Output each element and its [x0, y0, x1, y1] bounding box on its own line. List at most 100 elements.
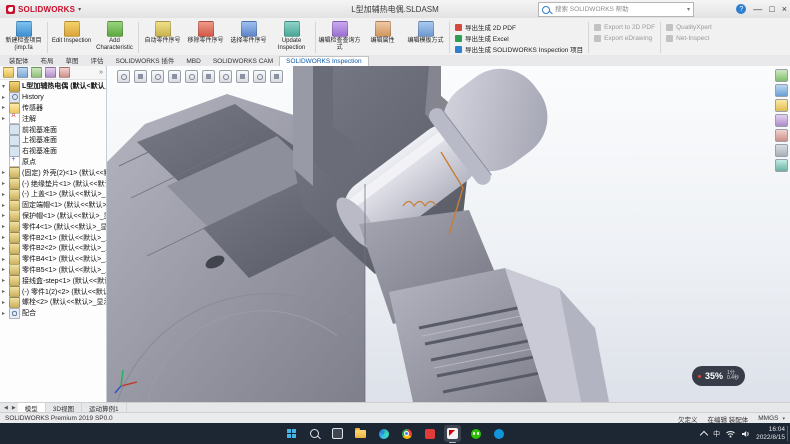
tree-item-annotations[interactable]: 注解 — [0, 113, 106, 124]
hidden-icons-chevron-icon[interactable] — [700, 430, 708, 438]
screen-recorder-badge[interactable]: 35% 1分 0.4秒 — [692, 366, 745, 386]
right-tool-3-icon[interactable] — [775, 99, 788, 112]
solidworks-taskbar-button[interactable] — [444, 425, 461, 442]
expand-chevron-icon[interactable] — [2, 223, 9, 230]
qq-button[interactable] — [490, 425, 507, 442]
tree-item-component[interactable]: 零件B2<1> (默认<<默认>_显示状... — [0, 232, 106, 243]
ime-indicator[interactable]: 中 — [713, 429, 720, 439]
displaymanager-tab-icon[interactable] — [59, 67, 70, 78]
export-inspection-project-button[interactable]: 导出生成 SOLIDWORKS Inspection 项目 — [455, 44, 583, 54]
apply-scene-icon[interactable] — [253, 70, 266, 83]
taskbar-search-button[interactable] — [306, 425, 323, 442]
expand-chevron-icon[interactable] — [2, 212, 9, 219]
tab-assembly[interactable]: 装配体 — [3, 54, 35, 66]
tree-item-top-plane[interactable]: 上视基准面 — [0, 135, 106, 146]
edit-query-button[interactable]: 编辑检查查询方式 — [318, 19, 361, 56]
wps-office-button[interactable] — [421, 425, 438, 442]
tree-item-component[interactable]: 螺栓<2> (默认<<默认>_显示状态... — [0, 297, 106, 308]
tab-addins[interactable]: SOLIDWORKS 插件 — [110, 54, 181, 66]
file-explorer-button[interactable] — [352, 425, 369, 442]
display-style-icon[interactable] — [202, 70, 215, 83]
tree-item-sensors[interactable]: 传感器 — [0, 103, 106, 114]
expand-chevron-icon[interactable] — [2, 94, 9, 101]
previous-view-icon[interactable] — [151, 70, 164, 83]
help-search-box[interactable]: ▾ — [538, 2, 694, 17]
tree-item-component[interactable]: 零件B2<2> (默认<<默认>_显示状... — [0, 243, 106, 254]
export-2dpdf-button[interactable]: Export to 2D PDF — [594, 22, 655, 32]
panel-expand-icon[interactable]: » — [99, 69, 103, 76]
expand-chevron-icon[interactable] — [2, 180, 9, 187]
microsoft-edge-button[interactable] — [375, 425, 392, 442]
tab-solidworks-cam[interactable]: SOLIDWORKS CAM — [207, 57, 279, 66]
tab-solidworks-inspection[interactable]: SOLIDWORKS Inspection — [279, 56, 369, 66]
expand-chevron-icon[interactable] — [2, 104, 9, 111]
maximize-icon[interactable]: □ — [769, 4, 774, 14]
expand-chevron-icon[interactable] — [2, 299, 9, 306]
view-orientation-icon[interactable] — [185, 70, 198, 83]
featuremanager-tab-icon[interactable] — [3, 67, 14, 78]
expand-chevron-icon[interactable] — [2, 288, 9, 295]
tree-item-component[interactable]: (-) 绝缘垫片<1> (默认<<默认>_显... — [0, 178, 106, 189]
expand-chevron-icon[interactable] — [2, 277, 9, 284]
tree-item-assembly-root[interactable]: L型加辅热电偶 (默认<默认_显示状 — [0, 81, 106, 92]
solidworks-menu[interactable]: SOLIDWORKS ▾ — [0, 5, 87, 14]
tree-item-component[interactable]: 零件4<1> (默认<<默认>_显示状态... — [0, 221, 106, 232]
export-pdf-button[interactable]: 导出生成 2D PDF — [455, 22, 583, 32]
help-icon[interactable]: ? — [736, 4, 746, 14]
3d-model[interactable] — [107, 66, 790, 402]
expand-chevron-icon[interactable] — [2, 310, 9, 317]
close-icon[interactable]: × — [782, 4, 787, 14]
tree-item-right-plane[interactable]: 右视基准面 — [0, 146, 106, 157]
right-tool-5-icon[interactable] — [775, 129, 788, 142]
wechat-button[interactable] — [467, 425, 484, 442]
search-dropdown-icon[interactable]: ▾ — [687, 6, 690, 13]
clock[interactable]: 16:04 2022/8/15 — [756, 426, 785, 441]
expand-chevron-icon[interactable] — [2, 115, 9, 122]
right-tool-7-icon[interactable] — [775, 159, 788, 172]
expand-chevron-icon[interactable] — [2, 245, 9, 252]
section-view-icon[interactable] — [168, 70, 181, 83]
net-inspect-button[interactable]: Net-Inspect — [666, 33, 712, 43]
expand-chevron-icon[interactable] — [2, 266, 9, 273]
update-inspection-button[interactable]: Update Inspection — [270, 19, 313, 56]
tree-item-component[interactable]: (-) 上盖<1> (默认<<默认>_显示状... — [0, 189, 106, 200]
task-view-button[interactable] — [329, 425, 346, 442]
tab-scroll-left-icon[interactable]: ◀ — [2, 405, 10, 411]
tree-item-component[interactable]: 接线盒-step<1> (默认<<默认>_显... — [0, 275, 106, 286]
tab-sketch[interactable]: 草图 — [60, 54, 85, 66]
tree-item-component[interactable]: (固定) 外壳(2)<1> (默认<<默认>_显示状态 — [0, 167, 106, 178]
graphics-area[interactable]: 35% 1分 0.4秒 — [107, 66, 790, 402]
tree-item-history[interactable]: History — [0, 92, 106, 103]
select-balloon-button[interactable]: 选择零件序号 — [227, 19, 270, 56]
status-units[interactable]: MMGS — [758, 415, 778, 422]
new-inspection-project-button[interactable]: 新建检查项目(imp.fa — [2, 19, 45, 56]
right-tool-6-icon[interactable] — [775, 144, 788, 157]
propertymanager-tab-icon[interactable] — [17, 67, 28, 78]
tab-layout[interactable]: 布局 — [35, 54, 60, 66]
edit-template-button[interactable]: 编辑模板方式 — [404, 19, 447, 56]
menu-caret-icon[interactable]: ▾ — [78, 6, 81, 13]
wifi-icon[interactable] — [726, 430, 735, 438]
expand-chevron-icon[interactable] — [2, 191, 9, 198]
expand-chevron-icon[interactable] — [2, 83, 9, 90]
zoom-area-icon[interactable] — [134, 70, 147, 83]
tab-evaluate[interactable]: 评估 — [85, 54, 110, 66]
right-tool-4-icon[interactable] — [775, 114, 788, 127]
export-excel-button[interactable]: 导出生成 Excel — [455, 33, 583, 43]
tree-item-origin[interactable]: 原点 — [0, 157, 106, 168]
remove-balloon-button[interactable]: 移除零件序号 — [184, 19, 227, 56]
tree-item-mates[interactable]: 配合 — [0, 308, 106, 319]
start-button[interactable] — [283, 425, 300, 442]
expand-chevron-icon[interactable] — [2, 169, 9, 176]
tab-scroll-right-icon[interactable]: ▶ — [10, 405, 18, 411]
zoom-fit-icon[interactable] — [117, 70, 130, 83]
tab-mbd[interactable]: MBD — [180, 57, 206, 66]
right-tool-1-icon[interactable] — [775, 69, 788, 82]
edit-inspection-button[interactable]: Edit Inspection — [50, 19, 93, 56]
tree-item-component[interactable]: 固定端帽<1> (默认<<默认>_显示状... — [0, 200, 106, 211]
expand-chevron-icon[interactable] — [2, 234, 9, 241]
expand-chevron-icon[interactable] — [2, 202, 9, 209]
qualityxpert-button[interactable]: QualityXpert — [666, 22, 712, 32]
configurationmanager-tab-icon[interactable] — [31, 67, 42, 78]
tree-item-front-plane[interactable]: 前视基准面 — [0, 124, 106, 135]
